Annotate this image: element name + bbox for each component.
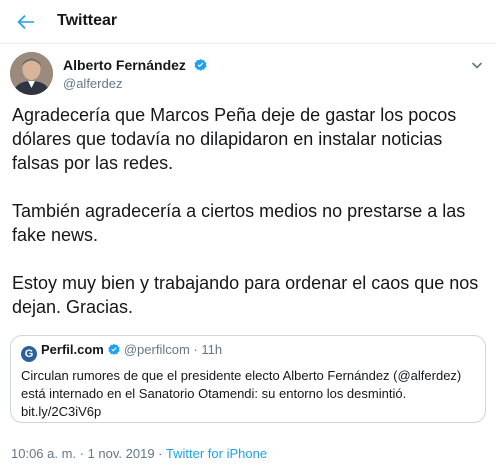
- verified-badge-icon: [193, 58, 208, 76]
- tweet-paragraph: También agradecería a ciertos medios no …: [12, 201, 466, 245]
- quoted-tweet[interactable]: G Perfil.com @perfilcom · 11h Circulan rum…: [10, 335, 486, 423]
- arrow-left-icon: [14, 10, 38, 34]
- tweet-timestamp[interactable]: 10:06 a. m. · 1 nov. 2019 ·: [11, 446, 166, 461]
- chevron-down-icon: [470, 59, 484, 76]
- avatar-image: [10, 52, 53, 95]
- tweet-author: Alberto Fernández @alferdez: [10, 52, 486, 100]
- quoted-author-handle: @perfilcom: [123, 342, 190, 357]
- verified-badge-icon: [107, 343, 121, 360]
- tweet-paragraph: Agradecería que Marcos Peña deje de gast…: [12, 105, 457, 173]
- separator-dot: ·: [193, 342, 198, 357]
- quoted-tweet-time: 11h: [201, 342, 223, 357]
- avatar[interactable]: [10, 52, 53, 95]
- page-title: Twittear: [57, 12, 118, 29]
- author-handle[interactable]: @alferdez: [63, 76, 122, 91]
- tweet-source-link[interactable]: Twitter for iPhone: [166, 446, 267, 461]
- author-name[interactable]: Alberto Fernández: [63, 57, 208, 76]
- tweet-paragraph: Estoy muy bien y trabajando para ordenar…: [12, 273, 479, 317]
- tweet-menu-button[interactable]: [470, 58, 484, 72]
- quoted-tweet-text: Circulan rumores de que el presidente el…: [21, 368, 462, 419]
- back-button[interactable]: [14, 10, 38, 34]
- top-bar: Twittear: [0, 0, 496, 44]
- author-name-text[interactable]: Alberto Fernández: [63, 57, 186, 73]
- tweet-body: Agradecería que Marcos Peña deje de gast…: [12, 103, 488, 343]
- quoted-author-name: Perfil.com: [41, 342, 104, 357]
- quoted-tweet-header: G Perfil.com @perfilcom · 11h: [21, 342, 223, 362]
- tweet-footer: 10:06 a. m. · 1 nov. 2019 · Twitter for …: [11, 446, 267, 461]
- perfil-logo-icon: G: [21, 346, 37, 362]
